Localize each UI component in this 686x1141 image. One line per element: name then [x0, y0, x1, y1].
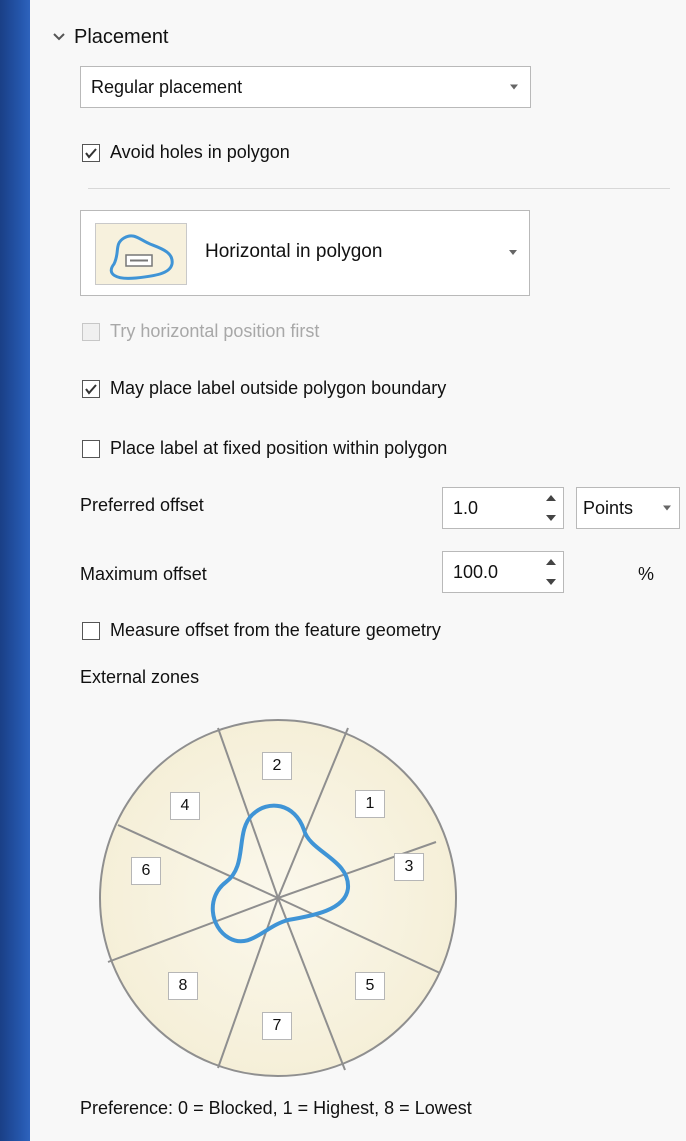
zone-6-box[interactable]: 6	[131, 857, 161, 885]
maximum-offset-stepper[interactable]: 100.0	[442, 551, 564, 593]
fixed-position-label: Place label at fixed position within pol…	[110, 438, 448, 458]
section-title: Placement	[74, 25, 169, 48]
outside-boundary-checkbox[interactable]	[82, 379, 100, 398]
dropdown-arrow-icon	[510, 84, 518, 90]
placement-mode-dropdown[interactable]: Regular placement	[80, 66, 531, 108]
stepper-down-icon[interactable]	[546, 515, 556, 521]
maximum-offset-label: Maximum offset	[80, 564, 207, 584]
avoid-holes-checkbox[interactable]	[82, 143, 100, 162]
zone-4-box[interactable]: 4	[170, 792, 200, 820]
try-horizontal-row[interactable]: Try horizontal position first	[82, 321, 319, 342]
maximum-offset-unit: %	[638, 564, 655, 584]
outside-boundary-label: May place label outside polygon boundary	[110, 378, 447, 398]
try-horizontal-label: Try horizontal position first	[110, 321, 320, 341]
avoid-holes-checkbox-row[interactable]: Avoid holes in polygon	[82, 142, 290, 163]
preferred-offset-label: Preferred offset	[80, 495, 204, 515]
placement-section-header[interactable]: Placement	[52, 22, 169, 52]
section-divider	[88, 188, 670, 189]
outside-boundary-row[interactable]: May place label outside polygon boundary	[82, 378, 446, 399]
check-icon	[85, 383, 97, 395]
placement-style-selector[interactable]: Horizontal in polygon	[80, 210, 530, 296]
fixed-position-row[interactable]: Place label at fixed position within pol…	[82, 438, 447, 459]
zone-8-box[interactable]: 8	[168, 972, 198, 1000]
try-horizontal-checkbox[interactable]	[82, 322, 100, 341]
maximum-offset-value: 100.0	[453, 562, 499, 582]
zone-1-box[interactable]: 1	[355, 790, 385, 818]
dropdown-arrow-icon	[663, 505, 671, 511]
offset-unit-value: Points	[583, 497, 634, 518]
measure-offset-checkbox[interactable]	[82, 621, 100, 640]
zone-3-box[interactable]: 3	[394, 853, 424, 881]
placement-style-label: Horizontal in polygon	[205, 241, 383, 262]
measure-offset-label: Measure offset from the feature geometry	[110, 620, 441, 640]
preference-text: Preference: 0 = Blocked, 1 = Highest, 8 …	[80, 1098, 472, 1118]
stepper-up-icon[interactable]	[546, 495, 556, 501]
stepper-down-icon[interactable]	[546, 579, 556, 585]
measure-offset-row[interactable]: Measure offset from the feature geometry	[82, 620, 441, 641]
fixed-position-checkbox[interactable]	[82, 439, 100, 458]
zone-2-box[interactable]: 2	[262, 752, 292, 780]
zone-7-box[interactable]: 7	[262, 1012, 292, 1040]
preferred-offset-value: 1.0	[453, 498, 479, 518]
zone-5-box[interactable]: 5	[355, 972, 385, 1000]
offset-unit-dropdown[interactable]: Points	[576, 487, 680, 529]
placement-mode-value: Regular placement	[91, 76, 243, 97]
chevron-down-icon	[53, 33, 65, 41]
preferred-offset-stepper[interactable]: 1.0	[442, 487, 564, 529]
window-left-border	[0, 0, 30, 1141]
chevron-down-icon	[509, 250, 517, 255]
external-zones-label: External zones	[80, 667, 200, 687]
check-icon	[85, 147, 97, 159]
avoid-holes-label: Avoid holes in polygon	[110, 142, 290, 162]
stepper-up-icon[interactable]	[546, 559, 556, 565]
polygon-label-placement-icon	[95, 223, 187, 285]
